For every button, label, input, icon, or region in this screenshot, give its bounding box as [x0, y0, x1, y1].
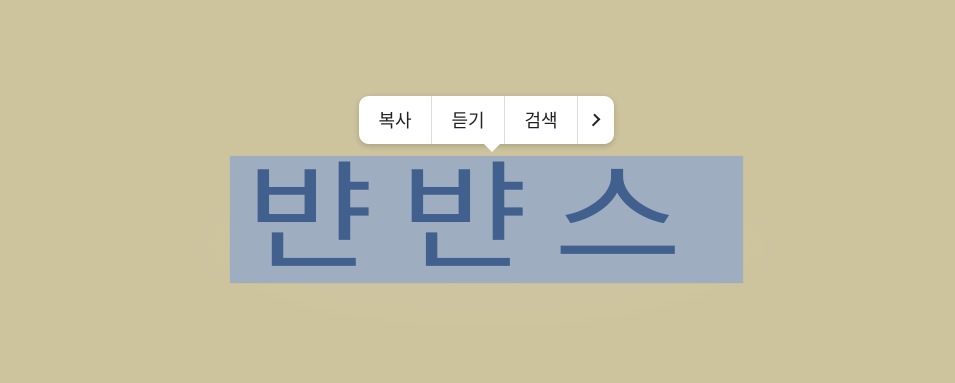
- search-menu-item[interactable]: 검색: [505, 96, 578, 144]
- handwritten-char-3: 스: [553, 149, 692, 287]
- chevron-right-icon: [587, 113, 601, 127]
- text-selection-context-menu: 복사 듣기 검색: [359, 96, 614, 152]
- more-options-button[interactable]: [578, 96, 614, 144]
- handwritten-char-2: 뱐: [399, 149, 538, 287]
- menu-pointer-arrow: [483, 143, 501, 152]
- selected-handwritten-text[interactable]: 뱐 뱐 스: [229, 148, 871, 288]
- listen-menu-item[interactable]: 듣기: [432, 96, 505, 144]
- copy-menu-item[interactable]: 복사: [359, 96, 432, 144]
- handwritten-char-1: 뱐: [245, 149, 384, 287]
